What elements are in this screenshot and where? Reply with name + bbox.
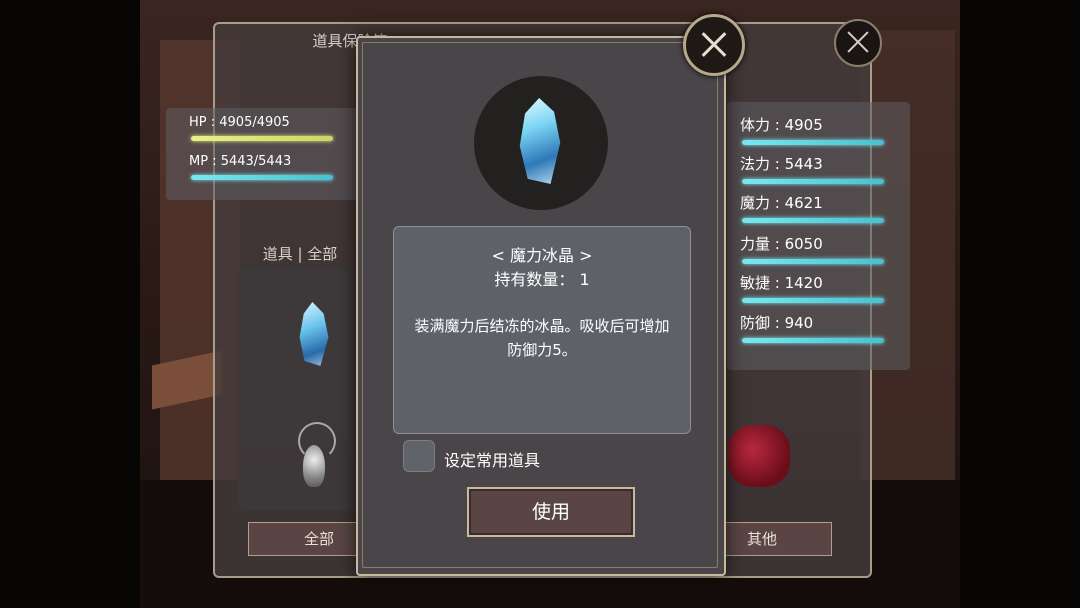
mp-bar [191,175,333,180]
hp-label: HP : 4905/4905 [189,115,290,130]
stat-magic-label: 魔力 : 4621 [740,194,823,212]
favorite-checkbox[interactable] [403,440,435,472]
item-name: < 魔力冰晶 > [491,246,593,265]
inventory-item-amulet-icon[interactable] [303,445,325,487]
stat-stamina-bar [742,140,884,145]
equipped-red-item-icon[interactable] [728,425,790,487]
stat-stamina-label: 体力 : 4905 [740,116,823,134]
stat-defense-bar [742,338,884,343]
storage-close-icon[interactable] [834,19,882,67]
stat-mana-bar [742,179,884,184]
stat-strength-bar [742,259,884,264]
item-description: 装满魔力后结冻的冰晶。吸收后可增加防御力5。 [414,317,670,359]
hp-bar [191,136,333,141]
favorite-checkbox-label: 设定常用道具 [444,451,541,470]
stat-magic-bar [742,218,884,223]
stat-defense-label: 防御 : 940 [740,314,814,332]
mp-label: MP : 5443/5443 [189,154,292,169]
stat-agility-label: 敏捷 : 1420 [740,274,823,292]
use-button[interactable]: 使用 [467,487,635,537]
item-quantity: 持有数量： 1 [494,270,590,289]
stat-agility-bar [742,298,884,303]
stat-strength-label: 力量 : 6050 [740,235,823,253]
stat-mana-label: 法力 : 5443 [740,155,823,173]
close-icon[interactable] [683,14,745,76]
inventory-tab[interactable]: 道具 | 全部 [250,240,350,268]
inventory-grid [238,268,358,510]
